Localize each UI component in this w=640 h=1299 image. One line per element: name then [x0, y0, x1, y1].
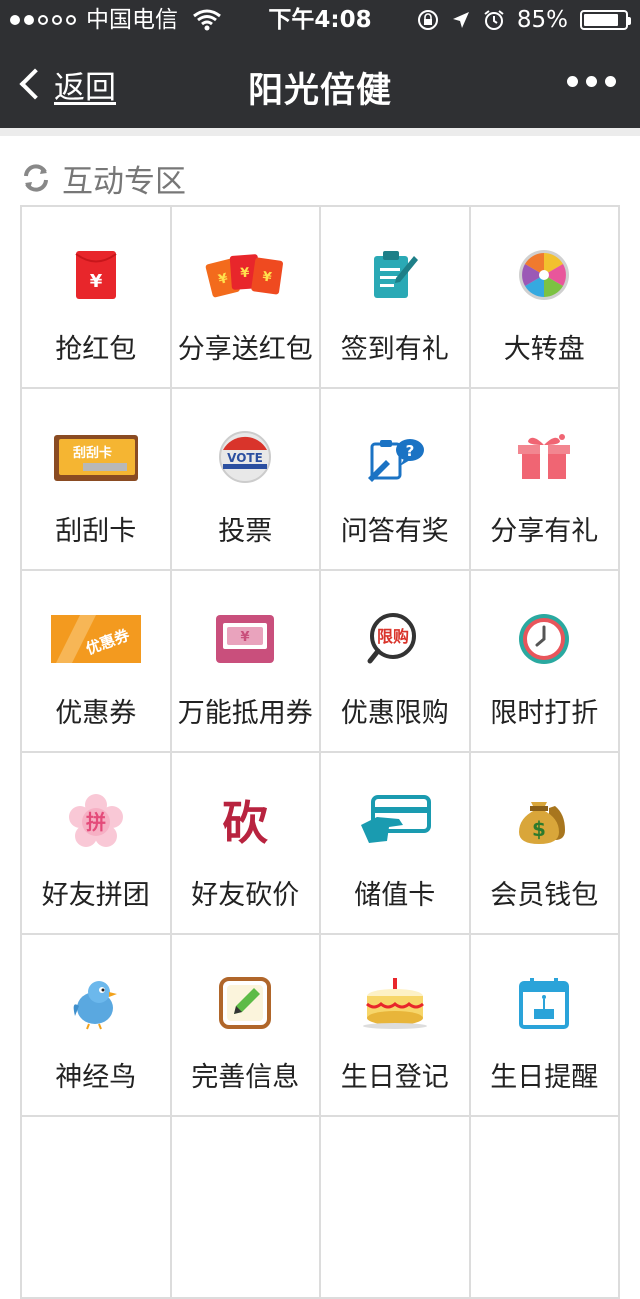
- red-envelope-icon: ¥: [74, 245, 118, 305]
- stored-value-card-icon: [359, 791, 431, 851]
- gift-icon: [516, 427, 572, 487]
- grid-item-label: 刮刮卡: [55, 516, 137, 547]
- refresh-icon: [24, 164, 48, 192]
- navigation-bar: 返回 阳光倍健: [0, 40, 640, 128]
- grid-item-partial[interactable]: [171, 1117, 321, 1299]
- grid-item-label: 问答有奖: [340, 516, 449, 547]
- share-red-envelopes-icon: ¥ ¥ ¥: [205, 245, 285, 305]
- grid-item-flash-discount[interactable]: 限时打折: [470, 571, 620, 753]
- bargain-icon: 砍: [215, 791, 275, 851]
- status-right: 85%: [417, 0, 631, 40]
- grid-item-quiz[interactable]: ? 问答有奖: [321, 389, 471, 571]
- grid-item-label: 好友拼团: [41, 880, 150, 911]
- svg-text:¥: ¥: [240, 266, 250, 282]
- group-buy-icon: 拼: [68, 791, 124, 851]
- more-dot-icon: [567, 76, 578, 87]
- grid-item-stored-value-card[interactable]: 储值卡: [321, 753, 471, 935]
- grid-item-label: 好友砍价: [191, 880, 300, 911]
- header-divider: [0, 128, 640, 136]
- grid-item-label: 生日登记: [340, 1062, 449, 1093]
- grid-item-label: 完善信息: [191, 1062, 300, 1093]
- grid-item-universal-voucher[interactable]: ¥ 万能抵用券: [171, 571, 321, 753]
- grid-item-partial[interactable]: [22, 1117, 172, 1299]
- grid-item-complete-info[interactable]: 完善信息: [171, 935, 321, 1117]
- grid-item-label: 抢红包: [55, 334, 137, 365]
- grid-item-sign-in[interactable]: 签到有礼: [321, 207, 471, 389]
- coupon-icon: 优惠券: [50, 609, 142, 669]
- grid-item-share-red-envelope[interactable]: ¥ ¥ ¥ 分享送红包: [171, 207, 321, 389]
- grid-item-limited-purchase[interactable]: 限购 优惠限购: [321, 571, 471, 753]
- grid-item-vote[interactable]: VOTE 投票: [171, 389, 321, 571]
- money-bag-icon: $: [513, 791, 575, 851]
- birthday-cake-icon: [360, 973, 430, 1033]
- grid-item-neuro-bird[interactable]: 神经鸟: [22, 935, 172, 1117]
- grid-item-birthday-register[interactable]: 生日登记: [321, 935, 471, 1117]
- grid-row: ¥ 抢红包 ¥ ¥ ¥ 分享送红包 签到有礼 大转盘: [22, 207, 620, 389]
- more-dot-icon: [586, 76, 597, 87]
- grid-item-member-wallet[interactable]: $ 会员钱包: [470, 753, 620, 935]
- battery-icon: [580, 10, 631, 30]
- grid-item-grab-red-envelope[interactable]: ¥ 抢红包: [22, 207, 172, 389]
- grid-item-prize-wheel[interactable]: 大转盘: [470, 207, 620, 389]
- prize-wheel-icon: [517, 245, 571, 305]
- rotation-lock-icon: [417, 10, 438, 30]
- grid-item-coupon[interactable]: 优惠券 优惠券: [22, 571, 172, 753]
- section-header: 互动专区: [20, 152, 186, 204]
- svg-text:砍: 砍: [222, 796, 268, 849]
- grid-row: 优惠券 优惠券 ¥ 万能抵用券 限购 优惠限购 限时打折: [22, 571, 620, 753]
- status-bar: 中国电信 下午4:08 85%: [0, 0, 640, 40]
- vote-badge-icon: VOTE: [218, 427, 272, 487]
- battery-percent: 85%: [516, 7, 568, 33]
- clock-icon: [517, 609, 571, 669]
- grid-item-partial[interactable]: [470, 1117, 620, 1299]
- svg-text:¥: ¥: [89, 271, 102, 292]
- grid-item-label: 会员钱包: [490, 880, 599, 911]
- grid-item-share-gift[interactable]: 分享有礼: [470, 389, 620, 571]
- svg-text:VOTE: VOTE: [227, 451, 263, 465]
- grid-item-label: 分享送红包: [177, 334, 313, 365]
- svg-text:拼: 拼: [86, 810, 106, 834]
- location-arrow-icon: [452, 12, 469, 28]
- voucher-icon: ¥: [215, 609, 275, 669]
- section-title: 互动专区: [62, 163, 186, 200]
- grid-item-label: 优惠券: [55, 698, 137, 729]
- more-dot-icon: [605, 76, 616, 87]
- limited-purchase-icon: 限购: [366, 609, 424, 669]
- feature-grid: ¥ 抢红包 ¥ ¥ ¥ 分享送红包 签到有礼 大转盘 刮刮卡 刮刮卡 VOTE …: [20, 205, 620, 1299]
- edit-info-icon: [218, 973, 272, 1033]
- bird-icon: [69, 973, 123, 1033]
- svg-text:限购: 限购: [377, 627, 409, 646]
- grid-row: 神经鸟 完善信息 生日登记 生日提醒: [22, 935, 620, 1117]
- svg-text:?: ?: [405, 442, 414, 460]
- grid-item-birthday-reminder[interactable]: 生日提醒: [470, 935, 620, 1117]
- svg-text:$: $: [532, 817, 546, 841]
- grid-row: 拼 好友拼团 砍 好友砍价 储值卡 $ 会员钱包: [22, 753, 620, 935]
- grid-item-scratch-card[interactable]: 刮刮卡 刮刮卡: [22, 389, 172, 571]
- grid-item-bargain[interactable]: 砍 好友砍价: [171, 753, 321, 935]
- scratch-card-icon: 刮刮卡: [53, 427, 139, 487]
- grid-item-group-buy[interactable]: 拼 好友拼团: [22, 753, 172, 935]
- birthday-calendar-icon: [517, 973, 571, 1033]
- grid-item-label: 投票: [218, 516, 273, 547]
- grid-item-label: 生日提醒: [490, 1062, 599, 1093]
- svg-text:¥: ¥: [241, 630, 250, 645]
- top-bar: 中国电信 下午4:08 85% 返回 阳光倍健: [0, 0, 640, 128]
- grid-item-label: 签到有礼: [340, 334, 449, 365]
- grid-item-label: 分享有礼: [490, 516, 599, 547]
- alarm-icon: [484, 10, 504, 30]
- grid-item-label: 神经鸟: [55, 1062, 137, 1093]
- quiz-icon: ?: [364, 427, 426, 487]
- grid-item-label: 万能抵用券: [177, 698, 313, 729]
- grid-item-label: 限时打折: [490, 698, 599, 729]
- svg-text:刮刮卡: 刮刮卡: [73, 445, 112, 461]
- grid-row: 刮刮卡 刮刮卡 VOTE 投票 ? 问答有奖 分享有礼: [22, 389, 620, 571]
- grid-item-label: 储值卡: [354, 880, 436, 911]
- grid-item-label: 优惠限购: [340, 698, 449, 729]
- sign-in-clipboard-icon: [370, 245, 420, 305]
- grid-item-label: 大转盘: [503, 334, 585, 365]
- grid-item-partial[interactable]: [321, 1117, 471, 1299]
- page-title: 阳光倍健: [247, 71, 392, 111]
- grid-row: [22, 1117, 620, 1299]
- more-button[interactable]: [567, 76, 616, 87]
